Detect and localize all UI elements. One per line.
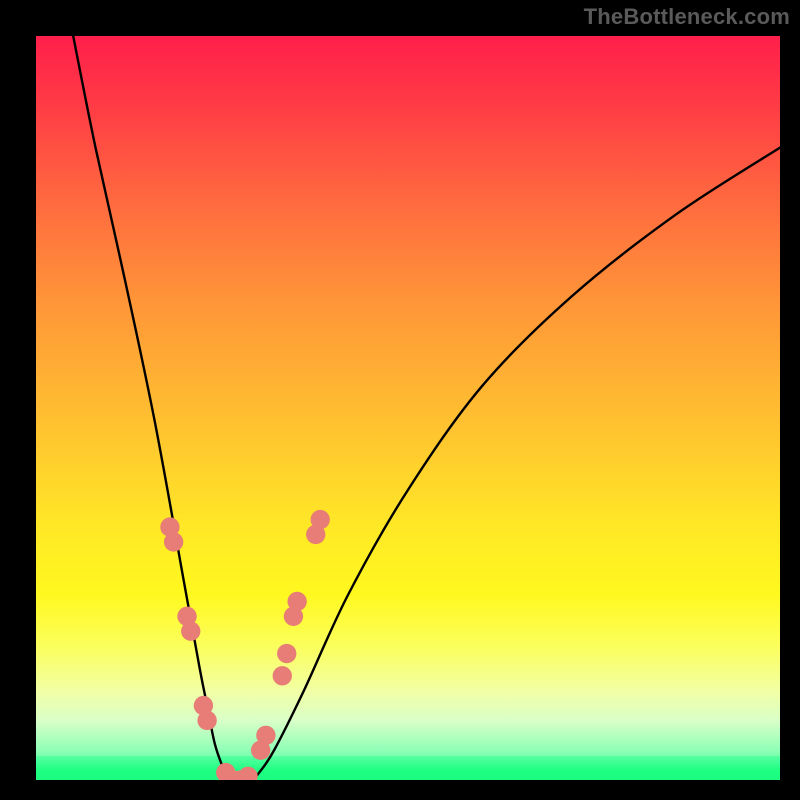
marker-layer [160,510,330,780]
highlight-marker [287,592,306,611]
highlight-marker [256,726,275,745]
highlight-marker [277,644,296,663]
highlight-marker [181,622,200,641]
highlight-marker [164,532,183,551]
watermark-text: TheBottleneck.com [584,4,790,30]
plot-area [36,36,780,780]
chart-svg [36,36,780,780]
highlight-marker [311,510,330,529]
highlight-marker [197,711,216,730]
bottleneck-curve [73,36,780,780]
highlight-marker [273,666,292,685]
curve-layer [73,36,780,780]
chart-frame: TheBottleneck.com [0,0,800,800]
highlight-marker [238,767,257,780]
